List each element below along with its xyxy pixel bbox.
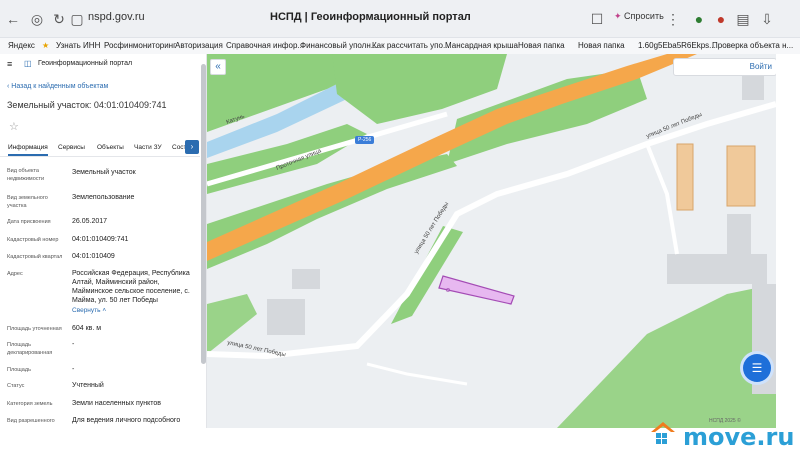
chat-icon: ☰ [751, 361, 763, 375]
field-label: Кадастровый номер [7, 237, 59, 243]
field-value: Землепользование [72, 194, 135, 201]
extension-icon-2[interactable]: ● [712, 10, 730, 28]
building [727, 214, 751, 254]
collapse-label: Свернуть [72, 307, 101, 314]
address-value: Российская Федерация, Республика Алтай, … [72, 270, 190, 304]
bookmark-folder[interactable]: Новая папка [518, 41, 565, 50]
login-button[interactable]: Войти [673, 58, 776, 76]
bookmark-item[interactable]: Узнать ИНН [56, 41, 100, 50]
reload-icon[interactable]: ↻ [50, 10, 68, 28]
chevron-right-icon: › [190, 142, 194, 151]
ask-button-label: Спросить [624, 11, 664, 21]
double-chevron-left-icon: « [215, 61, 221, 72]
favorite-star-icon[interactable]: ☆ [9, 120, 19, 133]
ask-icon: ✦ [614, 11, 625, 21]
tab-information[interactable]: Информация [8, 144, 48, 156]
field-label: Дата присвоения [7, 219, 51, 225]
more-icon[interactable]: ⋮ [664, 10, 682, 28]
portal-name: Геоинформационный портал [38, 60, 133, 67]
bookmark-item[interactable]: Росфинмониторинг [104, 41, 176, 50]
back-link-label: Назад к найденным объектам [11, 83, 109, 90]
bookmark-folder[interactable]: Новая папка [578, 41, 625, 50]
field-value: Земли населенных пунктов [72, 400, 162, 407]
back-arrow-icon[interactable]: ← [4, 10, 22, 28]
field-label: Кадастровый квартал [7, 254, 63, 260]
field-label: Статус [7, 383, 25, 389]
collapse-sidebar-button[interactable]: « [210, 59, 226, 75]
browser-toolbar: ← ◎ ↻ ▢ nspd.gov.ru НСПД | Геоинформацио… [0, 0, 800, 38]
watermark-strip [0, 428, 800, 456]
portal-logo-icon: ◫ [24, 59, 32, 68]
menu-icon[interactable]: ≡ [7, 59, 12, 69]
page-right-margin [776, 54, 800, 428]
field-value: 604 кв. м [72, 325, 102, 332]
road-badge: Р-256 [355, 136, 375, 144]
collapse-link[interactable]: Свернуть ˄ [72, 307, 106, 314]
page-title: НСПД | Геоинформационный портал [270, 11, 471, 23]
profile-icon[interactable]: ◎ [28, 10, 46, 28]
bookmark-item[interactable]: Авторизация [175, 41, 223, 50]
bookmark-item[interactable]: 1.60g5Eba5R6Ekps... [638, 41, 716, 50]
tab-divider [0, 156, 200, 157]
bookmark-item[interactable]: Мансардная крыша [445, 41, 518, 50]
info-sidebar: ≡ ◫ Геоинформационный портал ‹ Назад к н… [0, 54, 207, 428]
building [742, 74, 764, 100]
tab-services[interactable]: Сервисы [58, 144, 85, 151]
bookmark-item[interactable]: Справочная инфор... [226, 41, 304, 50]
status-value: Учтенный [72, 382, 104, 389]
field-label: Площадь уточненная [7, 326, 62, 332]
star-icon: ★ [42, 41, 50, 50]
download-icon[interactable]: ⇩ [758, 10, 776, 28]
back-link[interactable]: ‹ Назад к найденным объектам [7, 83, 108, 90]
field-value: - [72, 341, 75, 348]
bookmark-icon[interactable]: ☐ [588, 10, 606, 28]
field-label: Площадь декларированная [7, 342, 53, 356]
field-label: Площадь [7, 367, 31, 373]
bookmark-item[interactable]: Яндекс [8, 41, 35, 50]
field-label: Вид разрешенного [7, 418, 55, 424]
bookmark-item[interactable]: Как рассчитать упо... [372, 41, 450, 50]
field-value: 26.05.2017 [72, 218, 108, 225]
field-label: Вид земельного участка [7, 195, 48, 209]
field-label: Вид объекта недвижимости [7, 168, 45, 182]
bookmark-item[interactable]: Проверка объекта н... [712, 41, 793, 50]
bookmark-item[interactable]: Финансовый уполн... [300, 41, 377, 50]
field-label: Адрес [7, 271, 23, 277]
chat-button[interactable]: ☰ [743, 354, 771, 382]
building [667, 254, 767, 284]
tabs-scroll-right-button[interactable]: › [185, 140, 199, 154]
url-field[interactable]: nspd.gov.ru [88, 11, 145, 23]
sidebar-scrollbar[interactable] [201, 64, 206, 364]
collections-icon[interactable]: ▤ [734, 10, 752, 28]
bookmarks-bar: Яндекс ★ Узнать ИНН Росфинмониторинг Авт… [0, 38, 800, 54]
chevron-up-icon: ˄ [100, 307, 107, 314]
tab-parts[interactable]: Части ЗУ [134, 144, 162, 151]
field-value: Земельный участок [72, 169, 136, 176]
building [292, 269, 320, 289]
watermark-brand: move.ru [683, 423, 795, 451]
field-value: Для ведения личного подсобного [72, 417, 181, 424]
extension-icon[interactable]: ● [690, 10, 708, 28]
tab-objects[interactable]: Объекты [97, 144, 124, 151]
field-value: 04:01:010409:741 [72, 236, 129, 243]
map-canvas: Проточная улица улица 50 лет Победы улиц… [207, 54, 776, 428]
object-title: Земельный участок: 04:01:010409:741 [7, 100, 167, 110]
field-value: - [72, 366, 75, 373]
building [676, 143, 694, 211]
building [267, 299, 305, 335]
ask-button[interactable]: ✦ Спросить [614, 11, 664, 22]
field-label: Категория земель [7, 401, 53, 407]
map-view[interactable]: Проточная улица улица 50 лет Победы улиц… [207, 54, 776, 428]
lock-icon: ▢ [70, 11, 84, 27]
building [726, 145, 756, 207]
field-value: 04:01:010409 [72, 253, 115, 260]
house-logo-icon [649, 420, 677, 446]
